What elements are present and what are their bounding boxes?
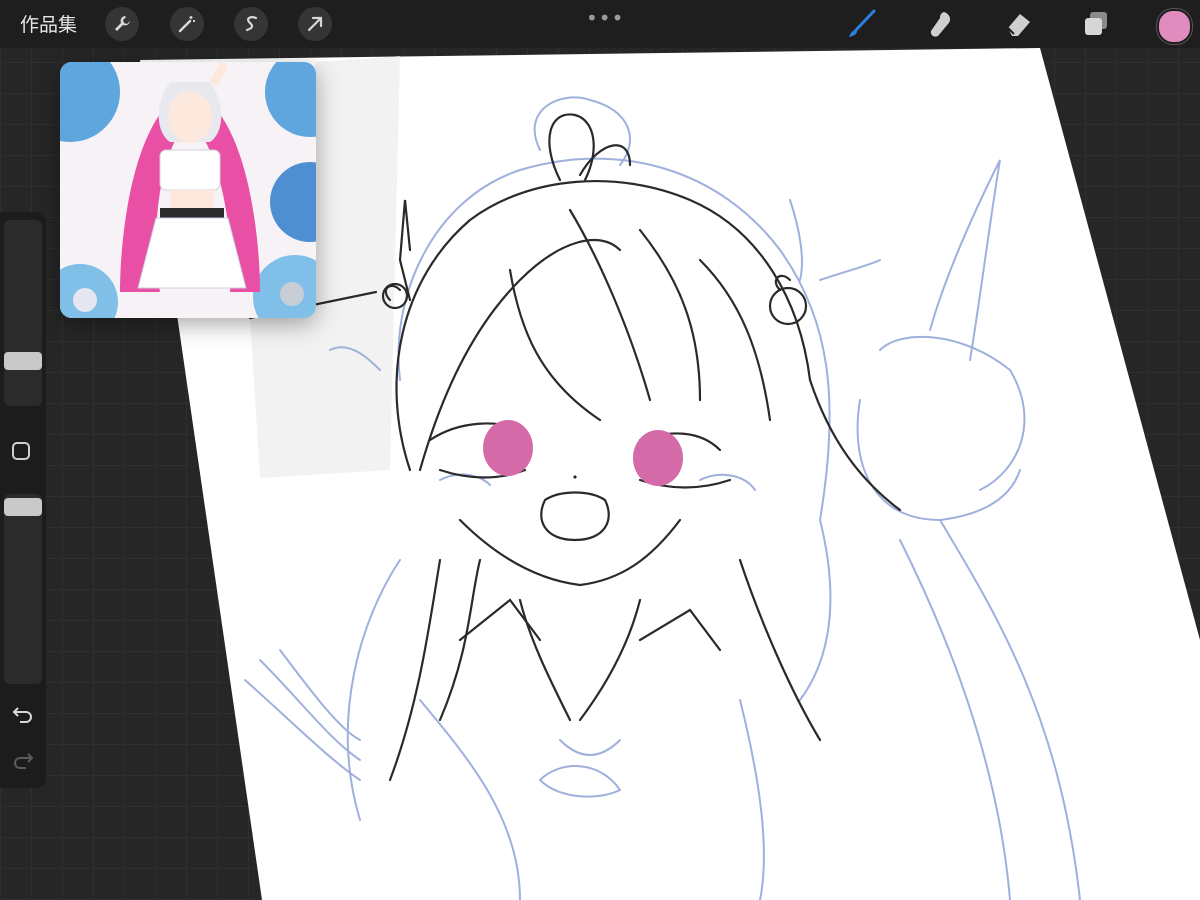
- left-eye: [483, 420, 533, 476]
- transform-arrow-icon: [307, 16, 323, 32]
- top-toolbar: 作品集 •••: [0, 0, 1200, 48]
- brush-size-slider[interactable]: [4, 220, 42, 406]
- redo-button[interactable]: [8, 744, 38, 774]
- adjustments-button[interactable]: [170, 7, 204, 41]
- layers-button[interactable]: [1078, 6, 1114, 42]
- color-picker-button[interactable]: [1157, 9, 1192, 44]
- modify-button[interactable]: [12, 442, 30, 460]
- gallery-button[interactable]: 作品集: [20, 10, 77, 37]
- undo-button[interactable]: [8, 698, 38, 728]
- undo-icon: [12, 707, 32, 723]
- smudge-icon: [930, 12, 951, 37]
- brush-tool-button[interactable]: [844, 6, 880, 42]
- layers-icon: [1085, 12, 1107, 35]
- brush-icon: [849, 9, 876, 37]
- left-sidebar: [0, 212, 46, 788]
- reference-artwork: [60, 62, 316, 318]
- eraser-icon: [1007, 14, 1030, 36]
- nose: [572, 474, 578, 480]
- smudge-tool-button[interactable]: [922, 6, 958, 42]
- eraser-tool-button[interactable]: [1000, 6, 1036, 42]
- more-options-button[interactable]: •••: [586, 6, 624, 30]
- selection-s-icon: [245, 16, 258, 32]
- opacity-thumb[interactable]: [4, 498, 42, 516]
- actions-button[interactable]: [105, 7, 139, 41]
- wrench-icon: [115, 16, 130, 31]
- right-eye: [633, 430, 683, 486]
- brush-size-thumb[interactable]: [4, 352, 42, 370]
- transform-button[interactable]: [298, 7, 332, 41]
- reference-image-window[interactable]: [60, 62, 316, 318]
- opacity-slider[interactable]: [4, 494, 42, 684]
- redo-icon: [14, 753, 34, 769]
- selection-button[interactable]: [234, 7, 268, 41]
- magic-wand-icon: [178, 16, 195, 33]
